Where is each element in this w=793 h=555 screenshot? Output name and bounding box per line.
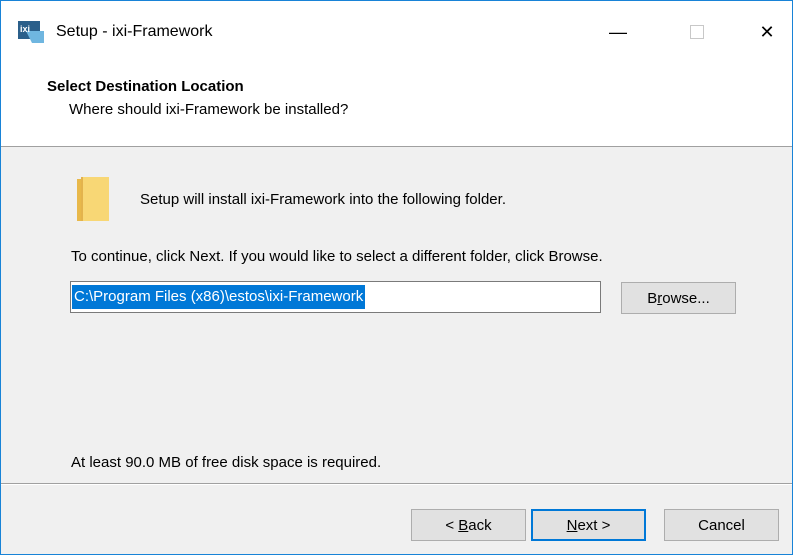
close-icon: ✕ <box>759 21 775 42</box>
browse-button[interactable]: Br owse... <box>621 282 736 314</box>
next-button[interactable]: Next > <box>531 509 646 541</box>
next-label-end: ext > <box>577 516 611 534</box>
browse-label-start: B <box>647 289 658 307</box>
minimize-icon: — <box>609 21 627 42</box>
setup-window: ixi Setup - ixi-Framework — ✕ Select Des… <box>0 0 793 555</box>
page-title: Select Destination Location <box>47 78 244 95</box>
browse-label-end: owse... <box>662 289 710 307</box>
app-icon-text: ixi <box>20 24 30 34</box>
title-bar[interactable]: ixi Setup - ixi-Framework — ✕ <box>1 1 792 59</box>
back-accelerator: B <box>458 516 469 534</box>
footer-separator <box>1 483 792 485</box>
cancel-button[interactable]: Cancel <box>664 509 779 541</box>
minimize-button[interactable]: — <box>598 15 638 49</box>
instruction-text: To continue, click Next. If you would li… <box>71 248 603 265</box>
next-accelerator: N <box>566 516 578 534</box>
maximize-button[interactable] <box>677 15 717 49</box>
window-title: Setup - ixi-Framework <box>56 23 213 40</box>
destination-path-value: C:\Program Files (x86)\estos\ixi-Framewo… <box>72 285 366 309</box>
maximize-icon <box>690 25 704 39</box>
back-label-end: ack <box>468 516 492 534</box>
ixi-app-icon: ixi <box>18 21 44 43</box>
folder-icon <box>77 177 109 221</box>
close-button[interactable]: ✕ <box>747 15 787 49</box>
disk-space-text: At least 90.0 MB of free disk space is r… <box>71 454 382 471</box>
back-label-prefix: < <box>445 516 459 534</box>
page-subtitle: Where should ixi-Framework be installed? <box>69 101 349 118</box>
back-button[interactable]: < Back <box>411 509 526 541</box>
install-info-text: Setup will install ixi-Framework into th… <box>140 191 506 208</box>
wizard-header: Select Destination Location Where should… <box>1 59 792 147</box>
destination-path-input[interactable]: C:\Program Files (x86)\estos\ixi-Framewo… <box>70 281 601 313</box>
